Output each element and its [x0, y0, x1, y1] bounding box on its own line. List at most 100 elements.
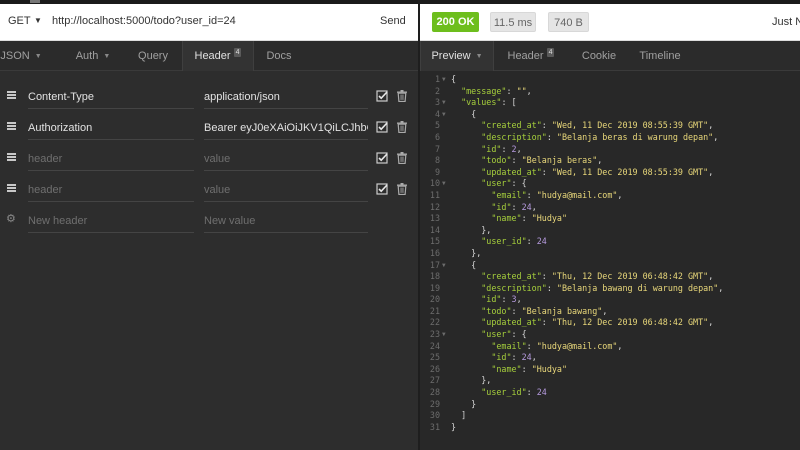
tab-auth[interactable]: Auth ▼: [70, 41, 116, 71]
trash-icon[interactable]: [397, 183, 407, 195]
json-line: 23 ▼ "user": {: [420, 329, 800, 341]
chevron-down-icon[interactable]: ▼: [34, 16, 42, 25]
fold-arrow-icon[interactable]: ▼: [442, 97, 446, 109]
json-line: 27 },: [420, 375, 800, 387]
drag-handle-icon[interactable]: [7, 122, 17, 130]
line-number: 14: [429, 224, 440, 235]
json-punct: ,: [708, 120, 714, 131]
tab-json[interactable]: JSON ▼: [0, 41, 42, 71]
gear-icon[interactable]: ⚙: [6, 212, 16, 225]
line-number: 30: [429, 410, 440, 421]
drag-handle-icon[interactable]: [7, 91, 17, 99]
json-string: "Hudya": [531, 363, 567, 374]
line-number: 28: [429, 387, 440, 398]
header-row: Authorization Bearer eyJ0eXAiOiJKV1QiLCJ…: [0, 112, 418, 143]
header-count-badge: 4: [233, 48, 242, 57]
header-value-input[interactable]: value: [204, 178, 368, 202]
json-key: "todo": [481, 155, 512, 166]
new-header-input[interactable]: New header: [28, 209, 194, 233]
json-code: "created_at": "Thu, 12 Dec 2019 06:48:42…: [451, 271, 713, 283]
tab-timeline[interactable]: Timeline: [638, 41, 682, 71]
json-key: "updated_at": [481, 317, 542, 328]
json-code: {: [451, 260, 476, 272]
json-punct: : {: [511, 178, 527, 189]
json-punct: :: [506, 85, 517, 96]
fold-arrow-icon[interactable]: ▼: [442, 329, 446, 341]
json-punct: :: [541, 271, 552, 282]
json-key: "name": [491, 363, 522, 374]
tab-header[interactable]: Header 4: [182, 41, 254, 71]
checkbox-checked-icon[interactable]: [376, 90, 388, 102]
json-punct: :: [501, 294, 512, 305]
json-string: "Belanja bawang di warung depan": [556, 282, 719, 293]
url-input[interactable]: http://localhost:5000/todo?user_id=24: [52, 15, 236, 27]
header-value-input[interactable]: Bearer eyJ0eXAiOiJKV1QiLCJhbGciOiJIUzI1N…: [204, 116, 368, 140]
json-punct: },: [481, 224, 492, 235]
json-line: 22 "updated_at": "Thu, 12 Dec 2019 06:48…: [420, 317, 800, 329]
method-select[interactable]: GET: [8, 15, 31, 27]
json-line: 15 "user_id": 24: [420, 236, 800, 248]
header-value-input[interactable]: value: [204, 147, 368, 171]
header-list: Content-Type application/json Authorizat…: [0, 71, 418, 450]
json-punct: :: [511, 352, 522, 363]
json-punct: :: [526, 387, 537, 398]
checkbox-checked-icon[interactable]: [376, 183, 388, 195]
tab-cookie[interactable]: Cookie: [580, 41, 618, 71]
header-row: header value: [0, 143, 418, 174]
tab-response-header[interactable]: Header 4: [506, 41, 556, 71]
response-time-badge: 11.5 ms: [490, 12, 536, 32]
checkbox-checked-icon[interactable]: [376, 152, 388, 164]
checkbox-checked-icon[interactable]: [376, 121, 388, 133]
json-code: }: [451, 399, 476, 411]
header-name-input[interactable]: header: [28, 147, 194, 171]
line-number: 10: [429, 178, 440, 189]
json-key: "description": [481, 282, 547, 293]
json-punct: ,: [526, 85, 532, 96]
json-line: 5 "created_at": "Wed, 11 Dec 2019 08:55:…: [420, 120, 800, 132]
json-punct: ,: [531, 352, 537, 363]
tab-label: Cookie: [581, 50, 617, 62]
fold-arrow-icon[interactable]: ▼: [442, 260, 446, 272]
json-number: 24: [521, 201, 532, 212]
json-line: 25 "id": 24,: [420, 352, 800, 364]
line-number: 20: [429, 294, 440, 305]
json-punct: {: [471, 108, 477, 119]
tab-docs[interactable]: Docs: [258, 41, 300, 71]
json-line: 4 ▼ {: [420, 109, 800, 121]
json-punct: ,: [602, 305, 608, 316]
line-number: 31: [429, 421, 440, 432]
new-value-input[interactable]: New value: [204, 209, 368, 233]
fold-arrow-icon[interactable]: ▼: [442, 178, 446, 190]
drag-handle-icon[interactable]: [7, 153, 17, 161]
json-line: 16 },: [420, 248, 800, 260]
tab-query[interactable]: Query: [130, 41, 176, 71]
trash-icon[interactable]: [397, 121, 407, 133]
json-punct: :: [546, 282, 557, 293]
header-row: Content-Type application/json: [0, 81, 418, 112]
json-string: "Belanja bawang": [521, 305, 603, 316]
line-number: 2: [434, 85, 440, 96]
tab-preview[interactable]: Preview ▼: [420, 41, 494, 71]
send-button[interactable]: Send: [380, 15, 406, 27]
json-punct: },: [481, 375, 492, 386]
header-name-input[interactable]: Authorization: [28, 116, 194, 140]
trash-icon[interactable]: [397, 90, 407, 102]
json-punct: :: [511, 201, 522, 212]
header-value-input[interactable]: application/json: [204, 85, 368, 109]
header-name-input[interactable]: header: [28, 178, 194, 202]
header-name-input[interactable]: Content-Type: [28, 85, 194, 109]
trash-icon[interactable]: [397, 152, 407, 164]
json-code: },: [451, 225, 491, 237]
json-code: "todo": "Belanja bawang",: [451, 306, 607, 318]
json-punct: ,: [531, 201, 537, 212]
response-timestamp[interactable]: Just N: [772, 16, 800, 28]
line-number: 19: [429, 282, 440, 293]
drag-handle-icon[interactable]: [7, 184, 17, 192]
tab-label: Header: [194, 50, 231, 62]
json-code: "id": 3,: [451, 294, 521, 306]
line-number: 5: [434, 120, 440, 131]
fold-arrow-icon[interactable]: ▼: [442, 74, 446, 86]
line-number: 17: [429, 259, 440, 270]
fold-arrow-icon[interactable]: ▼: [442, 109, 446, 121]
json-line: 9 "updated_at": "Wed, 11 Dec 2019 08:55:…: [420, 167, 800, 179]
